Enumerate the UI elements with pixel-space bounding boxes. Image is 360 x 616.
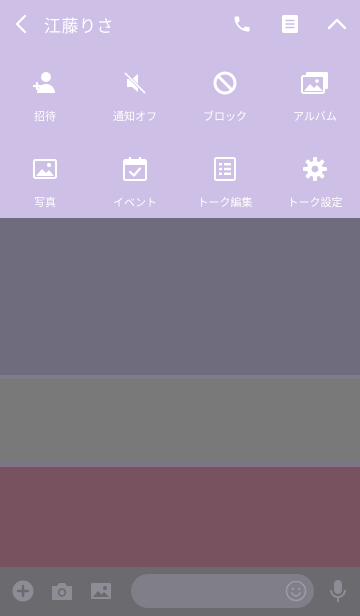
voice-button[interactable] [325,578,351,604]
menu-item-invite[interactable]: 招待 [0,56,90,126]
plus-icon [12,580,34,602]
emoji-icon [285,580,307,602]
call-button[interactable] [229,11,255,37]
chat-edit-icon [210,154,240,184]
calendar-icon [120,154,150,184]
chat-area-gray-band [0,379,360,462]
menu-label-block: ブロック [203,110,247,123]
menu-item-chat-edit[interactable]: トーク編集 [180,142,270,212]
image-button[interactable] [88,578,114,604]
photo-icon [30,154,60,184]
chat-area-red-band [0,467,360,567]
menu-label-invite: 招待 [34,110,56,123]
menu-label-chat-edit: トーク編集 [197,196,253,209]
back-icon [15,14,27,34]
menu-item-album[interactable]: アルバム [270,56,360,126]
album-icon [300,68,330,98]
camera-button[interactable] [49,578,75,604]
notes-button[interactable] [277,11,303,37]
invite-user-icon [30,68,60,98]
add-button[interactable] [10,578,36,604]
menu-label-chat-settings: トーク設定 [287,196,343,209]
chat-header: 江藤りさ [0,0,360,50]
menu-label-mute: 通知オフ [113,110,157,123]
notes-icon [282,15,298,33]
collapse-menu-button[interactable] [324,11,350,37]
menu-label-album: アルバム [293,110,337,123]
menu-item-block[interactable]: ブロック [180,56,270,126]
gear-icon [300,154,330,184]
phone-icon [234,16,250,32]
menu-label-photo: 写真 [34,196,56,209]
back-button[interactable] [8,11,34,37]
menu-item-chat-settings[interactable]: トーク設定 [270,142,360,212]
camera-icon [52,583,72,600]
chat-menu-panel: 招待 通知オフ ブロック アルバム 写真 イベント トーク編集 トーク設定 [0,50,360,218]
menu-item-mute[interactable]: 通知オフ [90,56,180,126]
message-composer [0,567,360,616]
emoji-button[interactable] [284,579,308,603]
collapse-chevron-icon [327,18,347,30]
chat-area-dark-band [0,218,360,375]
menu-label-event: イベント [113,196,157,209]
image-icon [91,583,111,599]
menu-item-event[interactable]: イベント [90,142,180,212]
microphone-icon [330,580,346,602]
mute-speaker-icon [120,68,150,98]
menu-item-photo[interactable]: 写真 [0,142,90,212]
block-icon [210,68,240,98]
chat-title: 江藤りさ [44,17,114,37]
